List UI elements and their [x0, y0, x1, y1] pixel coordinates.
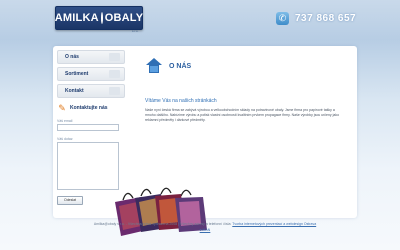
house-icon: [145, 58, 163, 74]
logo-text-left: AMILKA: [54, 12, 99, 24]
nav-label: Sortiment: [65, 71, 89, 77]
message-label: Váš dotaz: [57, 137, 73, 141]
logo-text-right: OBALY: [104, 12, 144, 24]
footer: Amilka@obaly s.r.o. - Všechna práva vyhr…: [60, 221, 350, 233]
main-container: O nás Sortiment Kontakt ✎ Kontaktujte ná…: [53, 46, 357, 236]
phone-block: ✆ 737 868 657: [276, 12, 356, 25]
nav-item-sortiment[interactable]: Sortiment: [57, 67, 125, 81]
nav-label: Kontakt: [65, 88, 84, 94]
nav-house-icon: [109, 70, 120, 78]
site-logo[interactable]: AMILKA OBALY: [55, 6, 143, 30]
section-title: O NÁS: [169, 62, 192, 70]
logo-swirl-icon: [100, 12, 103, 24]
welcome-heading: Vítáme Vás na našich stránkách: [145, 98, 217, 104]
nav-item-kontakt[interactable]: Kontakt: [57, 84, 125, 98]
message-field[interactable]: [57, 142, 119, 190]
contact-header: ✎ Kontaktujte nás: [57, 103, 125, 113]
pencil-icon: ✎: [58, 103, 66, 113]
footer-author-link[interactable]: e.MAN: [200, 228, 211, 232]
contact-title: Kontaktujte nás: [70, 105, 108, 111]
send-button[interactable]: Odeslat: [57, 196, 83, 205]
footer-copyright: Amilka@obaly s.r.o. - Všechna práva vyhr…: [93, 222, 232, 226]
nav-house-icon: [109, 53, 120, 61]
content-area: O NÁS Vítáme Vás na našich stránkách Naš…: [145, 58, 349, 123]
logo-subtitle: s.r.o.: [132, 29, 139, 33]
email-field[interactable]: [57, 124, 119, 131]
nav-label: O nás: [65, 54, 79, 60]
intro-text: Naše nyní česká firma se zabývá výrobou …: [145, 108, 340, 122]
section-header: O NÁS: [145, 58, 349, 74]
header: AMILKA OBALY s.r.o. ✆ 737 868 657: [0, 0, 400, 40]
email-label: Váš email: [57, 119, 73, 123]
phone-icon: ✆: [276, 12, 289, 25]
phone-number: 737 868 657: [295, 13, 357, 24]
nav-house-icon: [109, 87, 120, 95]
nav-item-o-nas[interactable]: O nás: [57, 50, 125, 64]
footer-webdesign-link[interactable]: Tvorba internetových prezentací a webdes…: [232, 222, 316, 226]
